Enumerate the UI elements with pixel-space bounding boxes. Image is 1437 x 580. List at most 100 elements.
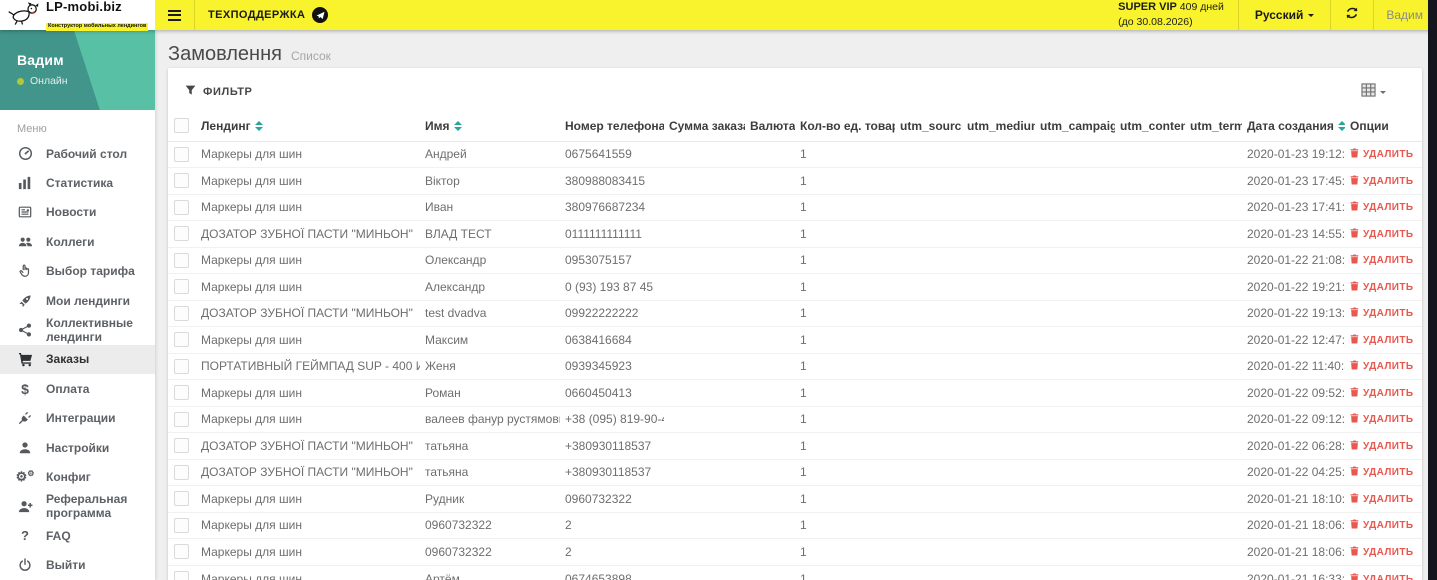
row-checkbox[interactable]	[174, 385, 189, 401]
sidebar-item-referral[interactable]: Реферальная программа	[0, 492, 155, 521]
delete-button[interactable]: УДАЛИТЬ	[1350, 228, 1413, 241]
support-button[interactable]: ТЕХПОДДЕРЖКА	[195, 0, 341, 30]
cell-utm-source	[895, 379, 962, 406]
language-selector[interactable]: Русский	[1239, 0, 1331, 30]
delete-button[interactable]: УДАЛИТЬ	[1350, 148, 1413, 161]
sidebar-item-news[interactable]: Новости	[0, 198, 155, 227]
sidebar-item-my-landings[interactable]: Мои лендинги	[0, 286, 155, 315]
columns-button[interactable]	[1361, 83, 1386, 102]
sidebar-item-logout[interactable]: Выйти	[0, 550, 155, 579]
delete-button[interactable]: УДАЛИТЬ	[1350, 254, 1413, 267]
select-all-checkbox[interactable]	[174, 118, 189, 134]
row-checkbox[interactable]	[174, 226, 189, 242]
row-checkbox[interactable]	[174, 491, 189, 507]
cell-utm-campaign	[1035, 538, 1115, 565]
cell-landing: Маркеры для шин	[196, 379, 420, 406]
row-checkbox[interactable]	[174, 332, 189, 348]
delete-button[interactable]: УДАЛИТЬ	[1350, 519, 1413, 532]
page-title: Замовлення	[168, 43, 282, 65]
cell-date: 2020-01-22 04:25:31	[1242, 458, 1345, 486]
cell-utm-term	[1185, 141, 1242, 168]
cell-utm-medium	[962, 379, 1035, 406]
sidebar-item-settings[interactable]: Настройки	[0, 433, 155, 462]
cell-utm-term	[1185, 538, 1242, 565]
logo-tagline: Конструктор мобильных лендингов	[46, 23, 149, 31]
delete-button[interactable]: УДАЛИТЬ	[1350, 493, 1413, 506]
sidebar-item-dashboard[interactable]: Рабочий стол	[0, 139, 155, 168]
row-checkbox[interactable]	[174, 305, 189, 321]
row-checkbox[interactable]	[174, 199, 189, 215]
cell-utm-content	[1115, 405, 1185, 433]
row-checkbox[interactable]	[174, 571, 189, 580]
page-scrollbar[interactable]	[1428, 0, 1437, 580]
cell-name: Андрей	[425, 147, 467, 162]
sidebar-item-orders[interactable]: Заказы	[0, 344, 155, 375]
hamburger-icon[interactable]	[155, 0, 194, 30]
table-row: Маркеры для шин Александр 0 (93) 193 87 …	[168, 273, 1422, 300]
cell-name: Артём	[420, 564, 560, 580]
logo[interactable]: LP-mobi.biz Конструктор мобильных лендин…	[0, 0, 155, 31]
delete-button[interactable]: УДАЛИТЬ	[1350, 387, 1413, 400]
cell-currency	[745, 352, 795, 380]
table-header-row: Лендинг Имя Номер телефона Сумма заказа …	[168, 111, 1422, 142]
topbar: LP-mobi.biz Конструктор мобильных лендин…	[0, 0, 1437, 31]
sidebar-item-faq[interactable]: ? FAQ	[0, 521, 155, 550]
sidebar-item-integrations[interactable]: Интеграции	[0, 404, 155, 433]
cell-name: ВЛАД ТЕСТ	[420, 220, 560, 247]
cell-utm-source	[895, 167, 962, 194]
row-checkbox[interactable]	[174, 544, 189, 560]
delete-button[interactable]: УДАЛИТЬ	[1350, 546, 1413, 559]
delete-button[interactable]: УДАЛИТЬ	[1350, 334, 1413, 347]
filter-label: ФИЛЬТР	[203, 86, 253, 98]
delete-button[interactable]: УДАЛИТЬ	[1350, 440, 1413, 453]
row-checkbox[interactable]	[174, 411, 189, 427]
row-checkbox[interactable]	[174, 279, 189, 295]
column-header-name[interactable]: Имя	[420, 111, 560, 142]
cell-utm-source	[895, 246, 962, 274]
sidebar-item-statistics[interactable]: Статистика	[0, 168, 155, 197]
delete-button[interactable]: УДАЛИТЬ	[1350, 175, 1413, 188]
cell-qty: 1	[795, 273, 895, 300]
row-checkbox[interactable]	[174, 146, 189, 162]
row-checkbox[interactable]	[174, 358, 189, 374]
row-checkbox[interactable]	[174, 464, 189, 480]
trash-icon	[1350, 519, 1359, 532]
cell-utm-content	[1115, 220, 1185, 247]
cell-utm-term	[1185, 220, 1242, 247]
column-header-landing[interactable]: Лендинг	[196, 111, 420, 142]
cell-landing: Маркеры для шин	[196, 511, 420, 539]
cell-qty: 1	[795, 246, 895, 274]
sidebar-item-payment[interactable]: $ Оплата	[0, 374, 155, 403]
delete-button[interactable]: УДАЛИТЬ	[1350, 201, 1413, 214]
refresh-button[interactable]	[1331, 0, 1373, 30]
trash-icon	[1350, 360, 1359, 373]
sidebar-item-colleagues[interactable]: Коллеги	[0, 227, 155, 256]
cell-utm-source	[895, 538, 962, 565]
row-checkbox[interactable]	[174, 252, 189, 268]
delete-button[interactable]: УДАЛИТЬ	[1350, 573, 1413, 580]
trash-icon	[1350, 307, 1359, 320]
cell-sum	[664, 326, 745, 353]
delete-button[interactable]: УДАЛИТЬ	[1350, 466, 1413, 479]
column-header-date[interactable]: Дата создания	[1242, 111, 1345, 142]
delete-button[interactable]: УДАЛИТЬ	[1350, 360, 1413, 373]
trash-icon	[1350, 175, 1359, 188]
cell-date: 2020-01-21 16:33:42	[1242, 564, 1345, 580]
filter-button[interactable]: ФИЛЬТР	[185, 85, 252, 99]
cell-name: татьяна	[420, 432, 560, 459]
row-checkbox[interactable]	[174, 438, 189, 454]
cell-date: 2020-01-23 17:41:43	[1242, 193, 1345, 221]
delete-button[interactable]: УДАЛИТЬ	[1350, 307, 1413, 320]
delete-button[interactable]: УДАЛИТЬ	[1350, 281, 1413, 294]
row-checkbox[interactable]	[174, 173, 189, 189]
cell-name: Олександр	[420, 246, 560, 274]
trash-icon	[1350, 546, 1359, 559]
sidebar-item-collective-landings[interactable]: Коллективные лендинги	[0, 315, 155, 344]
sidebar-item-config[interactable]: ⚙ ⚙ Конфиг	[0, 462, 155, 491]
sidebar-item-tariff[interactable]: Выбор тарифа	[0, 257, 155, 286]
row-checkbox[interactable]	[174, 517, 189, 533]
column-header-phone[interactable]: Номер телефона	[560, 111, 664, 142]
delete-button[interactable]: УДАЛИТЬ	[1350, 413, 1413, 426]
trash-icon	[1350, 573, 1359, 580]
menu-label: Меню	[17, 123, 47, 135]
